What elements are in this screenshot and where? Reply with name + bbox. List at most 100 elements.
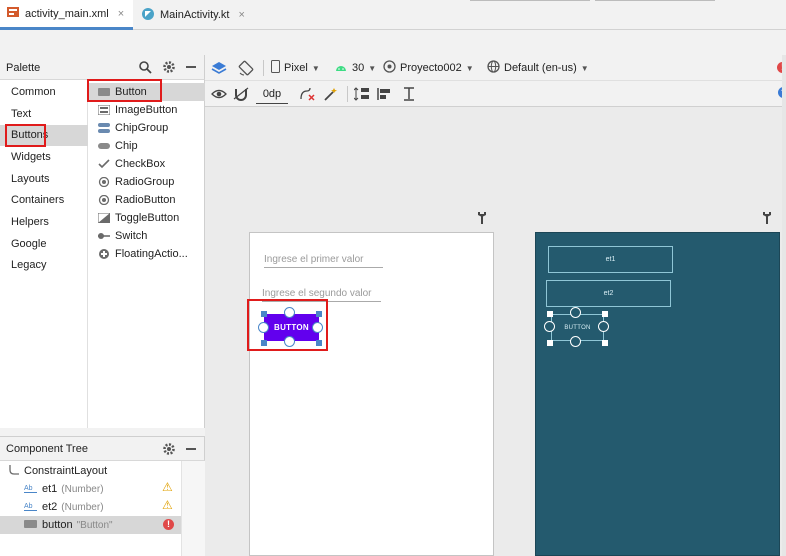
layers-icon[interactable] [211,58,227,78]
category-containers[interactable]: Containers [0,190,88,211]
gear-icon[interactable] [162,442,176,459]
checkbox-icon [98,159,110,169]
warning-icon[interactable]: ⚠ [162,480,173,494]
category-common[interactable]: Common [0,82,88,103]
blueprint-et1[interactable]: et1 [548,246,673,273]
orientation-icon[interactable] [238,58,254,78]
palette-item-chip[interactable]: Chip [88,137,205,155]
palette-item-label: RadioGroup [115,176,175,188]
constraint-layout-icon [8,464,20,479]
align-icon[interactable] [377,84,393,104]
palette-item-radiogroup[interactable]: RadioGroup [88,173,205,191]
divider [470,0,590,1]
palette-item-label: Switch [115,230,148,242]
close-icon[interactable]: × [118,8,124,20]
divider [595,0,715,1]
palette-item-label: ToggleButton [115,212,180,224]
api-label: 30 [352,62,365,74]
palette-item-switch[interactable]: Switch [88,227,205,245]
tree-node-et1[interactable]: Ab et1 (Number) [0,480,181,498]
divider [347,86,348,102]
resize-handle[interactable] [547,340,553,346]
palette-items: Button ImageButton ChipGroup Chip CheckB… [88,80,205,428]
search-icon[interactable] [138,60,152,77]
component-tree-title: Component Tree [6,443,88,455]
tree-scrollbar[interactable] [181,461,205,556]
magnet-icon[interactable] [233,84,249,104]
device-selector[interactable]: Pixel ▼ [271,58,320,78]
palette-item-label: CheckBox [115,158,166,170]
clear-constraints-icon[interactable] [299,84,315,104]
svg-text:Ab: Ab [24,503,33,510]
api-selector[interactable]: 30 ▼ [334,58,376,78]
infer-constraints-icon[interactable] [323,84,339,104]
error-icon[interactable]: ! [163,519,174,530]
edit-text-et1[interactable]: Ingrese el primer valor [264,254,383,268]
radio-group-icon [98,176,110,188]
svg-text:Ab: Ab [24,485,33,492]
palette-item-label: ImageButton [115,104,178,116]
constraint-handle[interactable] [570,307,581,318]
category-layouts[interactable]: Layouts [0,169,88,190]
fab-icon [98,249,110,259]
close-icon[interactable]: × [238,9,244,21]
design-preview[interactable] [249,232,494,556]
phone-icon [271,60,280,76]
minimize-icon[interactable] [186,66,196,68]
button-icon [24,519,38,532]
category-legacy[interactable]: Legacy [0,255,88,276]
chip-group-icon [98,123,110,133]
wrench-icon[interactable] [762,211,772,228]
locale-selector[interactable]: Default (en-us) ▼ [487,58,589,78]
blueprint-et2[interactable]: et2 [546,280,671,307]
theme-icon [383,60,396,76]
component-tree: ConstraintLayout Ab et1 (Number) Ab et2 … [0,461,205,556]
palette-item-checkbox[interactable]: CheckBox [88,155,205,173]
category-google[interactable]: Google [0,234,88,255]
scrollbar[interactable] [782,55,786,556]
resize-handle[interactable] [547,311,553,317]
tab-activity-main[interactable]: activity_main.xml × [0,0,133,30]
palette-item-fab[interactable]: FloatingActio... [88,245,205,263]
category-widgets[interactable]: Widgets [0,147,88,168]
palette-item-togglebutton[interactable]: ToggleButton [88,209,205,227]
pack-icon[interactable] [354,84,370,104]
wrench-icon[interactable] [477,211,487,228]
minimize-icon[interactable] [186,448,196,450]
editor-tab-bar: activity_main.xml × MainActivity.kt × [0,0,786,30]
resize-handle[interactable] [602,311,608,317]
gear-icon[interactable] [162,60,176,77]
highlight-box [5,124,46,147]
radio-button-icon [98,194,110,206]
kotlin-file-icon [141,7,155,24]
tree-node-root[interactable]: ConstraintLayout [0,462,181,480]
tab-label: MainActivity.kt [160,9,230,21]
warning-icon[interactable]: ⚠ [162,498,173,512]
chevron-down-icon: ▼ [368,63,377,73]
palette-item-imagebutton[interactable]: ImageButton [88,101,205,119]
layout-toolbar: 0dp ? [205,81,786,107]
guidelines-icon[interactable] [401,84,417,104]
tree-node-hint: "Button" [76,519,113,531]
theme-selector[interactable]: Proyecto002 ▼ [383,58,474,78]
default-margin-input[interactable]: 0dp [256,84,288,104]
category-text[interactable]: Text [0,104,88,125]
category-helpers[interactable]: Helpers [0,212,88,233]
palette-item-label: RadioButton [115,194,176,206]
chip-icon [98,141,110,151]
locale-label: Default (en-us) [504,62,577,74]
eye-icon[interactable] [211,84,227,104]
xml-layout-icon [6,5,20,22]
tree-node-et2[interactable]: Ab et2 (Number) [0,498,181,516]
resize-handle[interactable] [602,340,608,346]
edit-text-icon: Ab [24,500,38,515]
palette-item-chipgroup[interactable]: ChipGroup [88,119,205,137]
constraint-handle[interactable] [544,321,555,332]
constraint-handle[interactable] [570,336,581,347]
tab-main-activity[interactable]: MainActivity.kt × [135,0,265,30]
palette-item-radiobutton[interactable]: RadioButton [88,191,205,209]
tree-node-hint: (Number) [61,501,104,513]
constraint-handle[interactable] [598,321,609,332]
tree-node-button[interactable]: button "Button" [0,516,181,534]
margin-value: 0dp [262,87,282,100]
